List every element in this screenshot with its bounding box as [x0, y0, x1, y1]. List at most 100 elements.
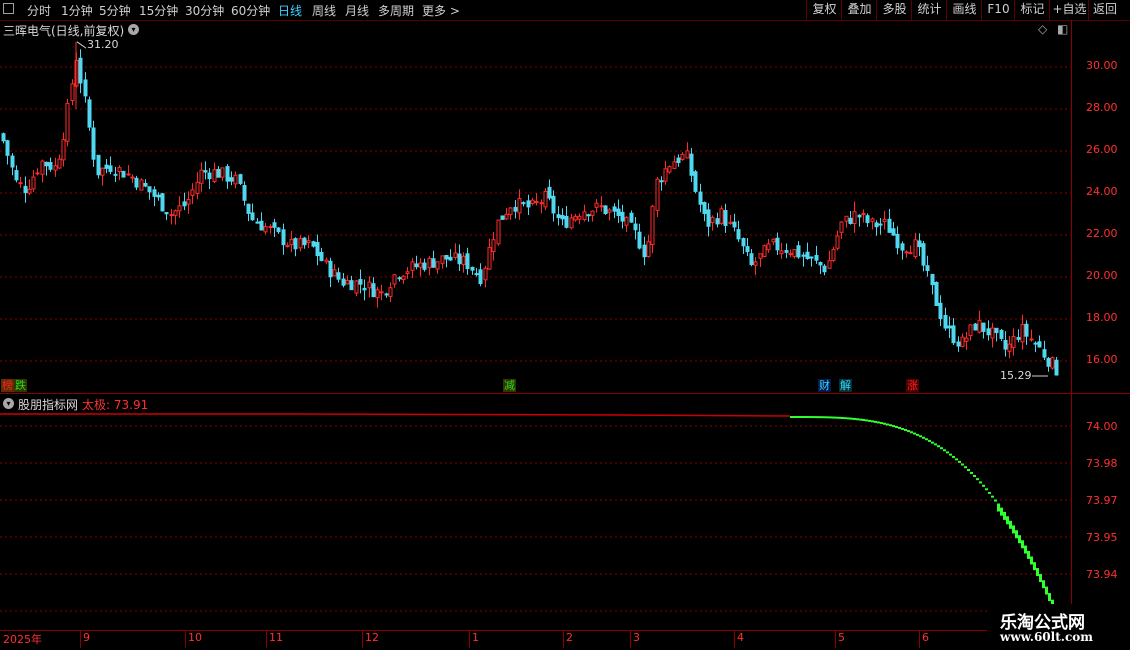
- candle-body: [457, 253, 462, 265]
- candle-body: [143, 182, 148, 187]
- candle-body: [65, 102, 70, 142]
- candle-body: [354, 280, 359, 294]
- candle-body: [917, 240, 922, 248]
- event-marker[interactable]: 减: [503, 379, 516, 392]
- event-marker[interactable]: 跌: [14, 379, 27, 392]
- chevron-down-icon[interactable]: ▾: [128, 24, 139, 35]
- event-marker[interactable]: 榜: [1, 379, 14, 392]
- candle-body: [405, 271, 410, 275]
- candle-body: [401, 275, 406, 281]
- candle-body: [715, 218, 720, 225]
- candle-body: [551, 195, 556, 214]
- candle-body: [108, 165, 113, 172]
- indicator-drop-segment: [862, 418, 865, 421]
- candle-body: [10, 155, 15, 168]
- indicator-drop-segment: [868, 419, 871, 422]
- candle-body: [887, 218, 892, 233]
- candle-body: [693, 171, 698, 192]
- price-tick: 28.00: [1086, 101, 1118, 114]
- indicator-drop-segment: [970, 471, 973, 474]
- candle-body: [491, 239, 496, 252]
- candle-body: [839, 221, 844, 233]
- candle-body: [435, 261, 440, 270]
- candle-body: [594, 202, 599, 208]
- indicator-drop-segment: [1036, 568, 1039, 577]
- candle-body: [809, 256, 814, 259]
- candle-body: [951, 325, 956, 344]
- window-toggle-icon[interactable]: ◧: [1057, 22, 1068, 36]
- candle-body: [814, 254, 819, 261]
- kline-chart[interactable]: [0, 0, 1130, 650]
- indicator-drop-segment: [1009, 520, 1012, 529]
- indicator-drop-segment: [892, 425, 895, 428]
- indicator-drop-segment: [1015, 530, 1018, 539]
- indicator-drop-segment: [847, 417, 850, 420]
- candle-body: [379, 291, 384, 294]
- candle-body: [560, 215, 565, 220]
- candle-body: [934, 281, 939, 307]
- candle-body: [207, 172, 212, 180]
- date-label: 6: [922, 631, 929, 644]
- candle-body: [121, 170, 126, 178]
- candle-body: [947, 325, 952, 329]
- candle-body: [1033, 342, 1038, 345]
- indicator-drop-segment: [1012, 525, 1015, 534]
- candle-body: [766, 243, 771, 251]
- candle-body: [263, 226, 268, 233]
- candle-body: [212, 169, 217, 182]
- indicator-tick: 73.97: [1086, 494, 1118, 507]
- candle-body: [672, 161, 677, 170]
- low-price-label: 15.29: [1000, 369, 1032, 382]
- candle-body: [788, 252, 793, 256]
- pane-settings-icon[interactable]: ◇: [1038, 22, 1047, 36]
- indicator-drop-segment: [1003, 511, 1006, 520]
- candle-body: [216, 168, 221, 178]
- candle-body: [938, 302, 943, 320]
- candle-body: [23, 185, 28, 194]
- candle-body: [483, 267, 488, 281]
- date-label: 2: [566, 631, 573, 644]
- candle-body: [281, 229, 286, 246]
- candle-body: [1042, 349, 1047, 358]
- date-label: 4: [737, 631, 744, 644]
- indicator-drop-segment: [1033, 562, 1036, 571]
- candle-body: [126, 173, 131, 176]
- candle-body: [293, 238, 298, 250]
- candle-body: [749, 253, 754, 265]
- candle-body: [375, 289, 380, 299]
- candle-body: [496, 219, 501, 245]
- chevron-down-icon[interactable]: ▾: [3, 398, 14, 409]
- candle-body: [478, 269, 483, 285]
- indicator-drop-segment: [880, 422, 883, 425]
- candle-body: [753, 261, 758, 266]
- candle-body: [521, 202, 526, 205]
- candle-body: [268, 226, 273, 229]
- indicator-drop-segment: [1048, 593, 1051, 602]
- candle-body: [474, 273, 479, 276]
- indicator-drop-segment: [937, 445, 940, 448]
- event-marker[interactable]: 涨: [906, 379, 919, 392]
- candle-body: [556, 214, 561, 219]
- candle-body: [311, 241, 316, 247]
- date-label: 9: [83, 631, 90, 644]
- candle-body: [1007, 343, 1012, 352]
- candle-body: [14, 170, 19, 181]
- date-label: 5: [838, 631, 845, 644]
- candle-body: [418, 262, 423, 268]
- candle-body: [220, 167, 225, 178]
- candle-body: [324, 259, 329, 263]
- candle-body: [943, 314, 948, 329]
- candle-body: [1054, 359, 1059, 376]
- event-marker[interactable]: 财: [818, 379, 831, 392]
- candle-body: [1046, 357, 1051, 367]
- candle-body: [999, 329, 1004, 339]
- candle-body: [650, 205, 655, 246]
- date-label: 10: [188, 631, 202, 644]
- candle-body: [242, 185, 247, 201]
- date-tick: [630, 630, 631, 648]
- event-marker[interactable]: 解: [839, 379, 852, 392]
- candle-body: [620, 211, 625, 222]
- candle-body: [392, 274, 397, 285]
- date-label: 2025年: [3, 633, 42, 646]
- candle-body: [147, 186, 152, 193]
